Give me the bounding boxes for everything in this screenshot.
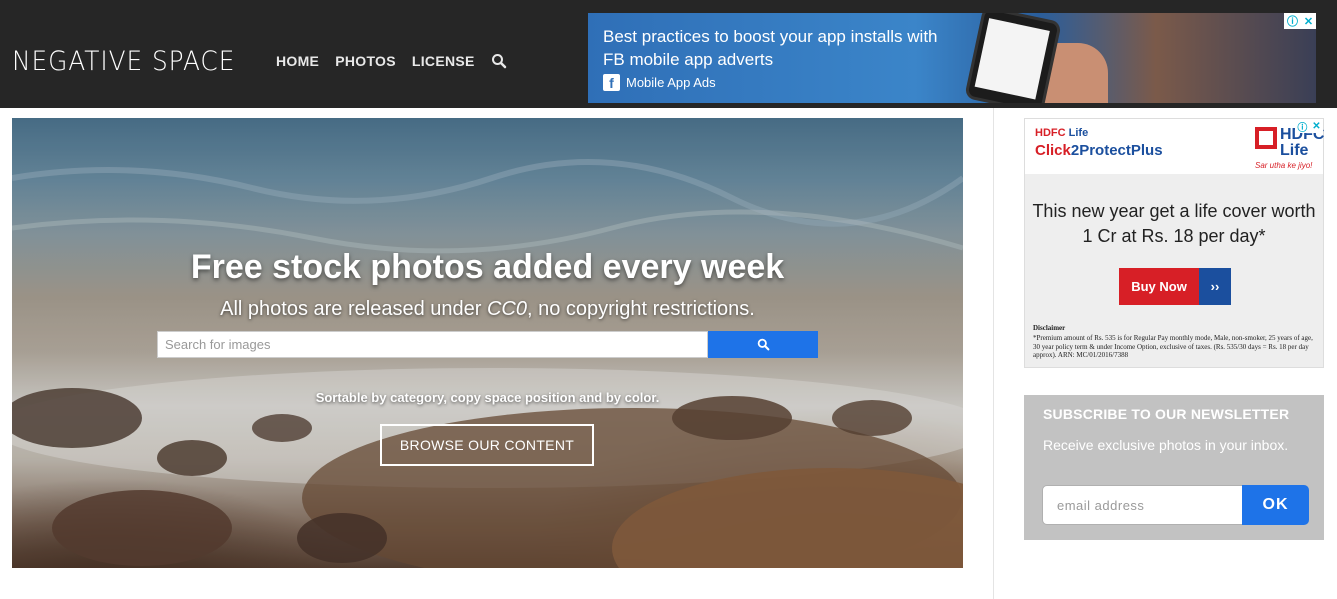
search-icon[interactable] (491, 53, 507, 69)
product-name-a: Click (1035, 142, 1071, 159)
hero-tagline: Sortable by category, copy space positio… (315, 390, 660, 405)
nav-home-link[interactable]: HOME (276, 53, 319, 69)
buy-now-button[interactable]: Buy Now ›› (1119, 268, 1231, 305)
hdfc-logo-text-2: Life (1280, 142, 1309, 159)
disclaimer-title: Disclaimer (1033, 324, 1066, 332)
hdfc-brand-small: HDFC Life (1035, 127, 1088, 139)
top-ad-headline: Best practices to boost your app install… (603, 27, 938, 69)
site-logo[interactable]: NEGATIVE SPACE (12, 45, 235, 79)
search-icon (757, 338, 769, 351)
sidebar-ad-brand-strip: HDFC Life Click2ProtectPlus HDFC Life Sar… (1025, 119, 1324, 174)
hero-title: Free stock photos added every week (190, 248, 785, 286)
browse-content-button[interactable]: BROWSE OUR CONTENT (380, 424, 594, 466)
newsletter-title: SUBSCRIBE TO OUR NEWSLETTER (1043, 406, 1290, 422)
top-ad-subline: f Mobile App Ads (603, 74, 716, 91)
main-nav: HOME PHOTOS LICENSE (276, 53, 507, 69)
sidebar-ad-headline: This new year get a life cover worth 1 C… (1032, 201, 1316, 246)
newsletter-description: Receive exclusive photos in your inbox. (1043, 437, 1289, 453)
sidebar-ad-close-icon[interactable]: ✕ (1312, 121, 1320, 132)
phone-image (964, 13, 1062, 103)
top-banner-ad[interactable]: Best practices to boost your app install… (588, 13, 1316, 103)
hero-subtitle-prefix: All photos are released under (220, 298, 487, 320)
buy-now-label: Buy Now (1119, 268, 1199, 305)
disclaimer-text: *Premium amount of Rs. 535 is for Regula… (1033, 334, 1313, 359)
ad-choices[interactable]: ⓘ ✕ (1284, 13, 1316, 29)
double-chevron-right-icon: ›› (1199, 268, 1231, 305)
hero-subtitle: All photos are released under CC0, no co… (12, 298, 963, 321)
hdfc-brand-small-b: Life (1068, 127, 1089, 139)
product-name-b: 2 (1070, 142, 1080, 159)
newsletter-panel: SUBSCRIBE TO OUR NEWSLETTER Receive excl… (1024, 395, 1324, 540)
hdfc-logo-mark (1255, 127, 1277, 149)
sidebar-ad-choices[interactable]: ⓘ ✕ (1295, 119, 1323, 134)
product-name-c: ProtectPlus (1079, 142, 1163, 159)
hero-banner: Free stock photos added every week All p… (12, 118, 963, 568)
hero-subtitle-suffix: , no copyright restrictions. (526, 298, 755, 320)
ad-info-icon[interactable]: ⓘ (1287, 13, 1298, 29)
nav-photos-link[interactable]: PHOTOS (335, 53, 396, 69)
image-search-input[interactable] (157, 331, 708, 358)
hero-subtitle-license: CC0 (486, 298, 527, 320)
phone-screen (974, 18, 1050, 100)
newsletter-email-input[interactable] (1042, 485, 1243, 525)
hdfc-brand-small-a: HDFC (1035, 127, 1066, 139)
newsletter-submit-button[interactable]: OK (1242, 485, 1309, 525)
sidebar-divider (993, 108, 994, 599)
facebook-icon: f (603, 74, 620, 91)
sidebar-ad-info-icon[interactable]: ⓘ (1297, 119, 1307, 134)
sidebar-ad[interactable]: HDFC Life Click2ProtectPlus HDFC Life Sar… (1024, 118, 1324, 368)
product-name: Click2ProtectPlus (1035, 142, 1163, 159)
hdfc-logo-tagline: Sar utha ke jiyo! (1255, 161, 1313, 170)
site-header: NEGATIVE SPACE HOME PHOTOS LICENSE Best … (0, 0, 1337, 108)
top-ad-sub-label: Mobile App Ads (626, 75, 716, 90)
nav-license-link[interactable]: LICENSE (412, 53, 475, 69)
ad-close-icon[interactable]: ✕ (1304, 15, 1313, 28)
image-search-button[interactable] (708, 331, 818, 358)
